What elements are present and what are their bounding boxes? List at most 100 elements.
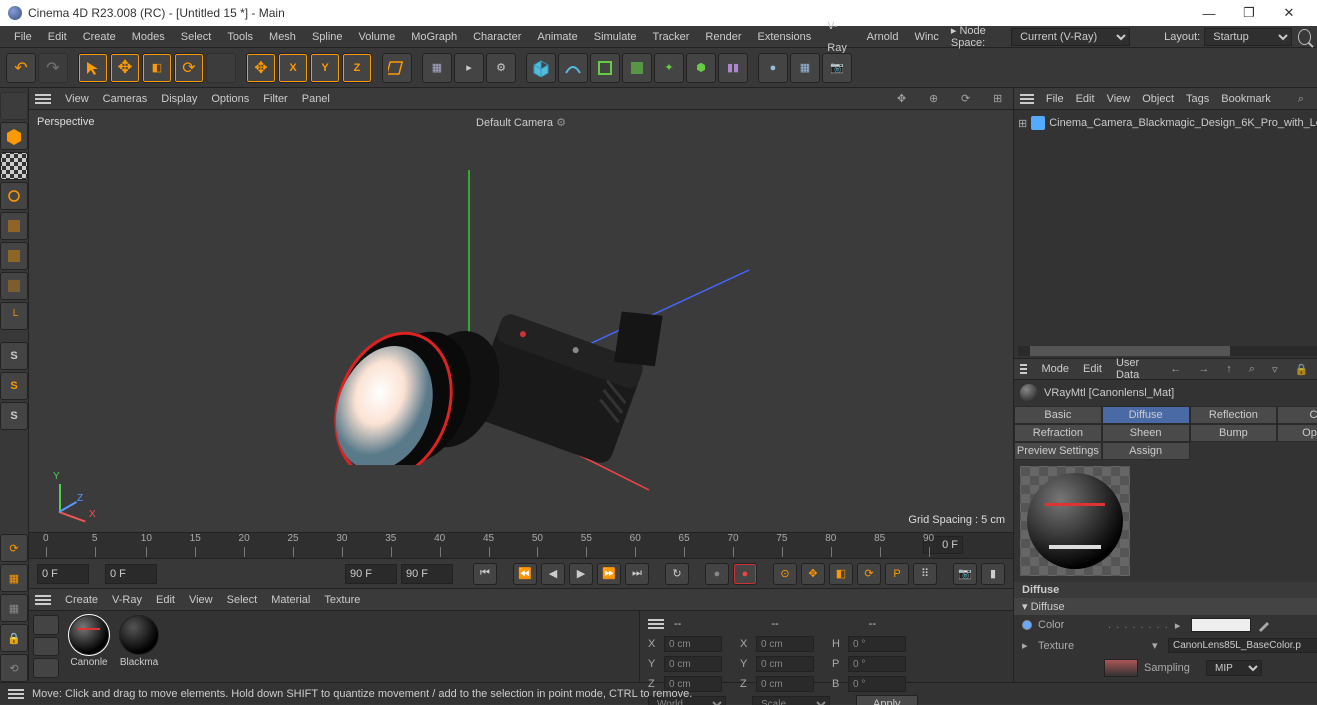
axis-mode[interactable]: └ [0,302,28,330]
mat-filter-3[interactable] [33,658,59,678]
lock-2[interactable]: ⟲ [0,654,28,682]
coord-B-rot[interactable] [848,676,906,692]
viewport[interactable]: Perspective Default Camera ⚙ Grid Spacin… [29,110,1013,532]
camera-tool[interactable]: ▦ [790,53,820,83]
close-button[interactable]: ✕ [1269,0,1309,26]
key-rot[interactable]: ⟳ [857,563,881,585]
obj-search-icon[interactable]: ⌕ [1298,93,1308,105]
color-radio[interactable] [1022,620,1032,630]
coord-X-pos[interactable] [664,636,722,652]
menu-vray[interactable]: V-Ray [819,15,858,59]
coord-system[interactable] [382,53,412,83]
eyedropper-icon[interactable] [1257,618,1271,632]
record-button[interactable]: ● [733,563,757,585]
color-swatch[interactable] [1191,618,1251,632]
spline-primitive[interactable] [558,53,588,83]
tab-preview[interactable]: Preview Settings [1014,442,1102,460]
polygon-mode[interactable] [0,272,28,300]
render-region[interactable]: ⚙ [486,53,516,83]
grid-1[interactable]: ▦ [0,564,28,592]
live-select[interactable] [0,92,28,120]
menu-character[interactable]: Character [465,26,529,48]
menu-extensions[interactable]: Extensions [749,26,819,48]
attr-lock-icon[interactable]: 🔒 [1295,363,1307,375]
obj-tags[interactable]: Tags [1186,93,1209,105]
autokey[interactable]: ⊙ [773,563,797,585]
tab-assign[interactable]: Assign [1102,442,1190,460]
vp-rotate-icon[interactable]: ⟳ [961,92,975,106]
cube-primitive[interactable] [526,53,556,83]
search-icon[interactable] [1298,29,1311,45]
move-tool[interactable]: ✥ [110,53,140,83]
vp-filter[interactable]: Filter [263,93,287,105]
snap-s2[interactable]: S [0,372,28,400]
status-hamburger-icon[interactable] [8,689,24,699]
object-hamburger-icon[interactable] [1020,94,1034,104]
vp-cameras[interactable]: Cameras [103,93,148,105]
attr-edit[interactable]: Edit [1083,363,1102,375]
z-axis[interactable]: Z [342,53,372,83]
objtree-scrollbar[interactable] [1018,346,1317,356]
node-space-select[interactable]: Current (V-Ray) [1011,28,1130,46]
prev-frame[interactable]: ◀ [541,563,565,585]
generator[interactable] [590,53,620,83]
volume-tool[interactable]: ▮▮ [718,53,748,83]
menu-mograph[interactable]: MoGraph [403,26,465,48]
attr-mode[interactable]: Mode [1041,363,1069,375]
vp-view[interactable]: View [65,93,89,105]
mat-texture[interactable]: Texture [324,594,360,606]
vp-zoom-icon[interactable]: ⊕ [929,92,943,106]
key-scale[interactable]: ◧ [829,563,853,585]
mat-material[interactable]: Material [271,594,310,606]
material-thumb-0[interactable]: Canonle [67,615,111,678]
menu-render[interactable]: Render [697,26,749,48]
menu-modes[interactable]: Modes [124,26,173,48]
next-frame[interactable]: ⏩ [597,563,621,585]
menu-window[interactable]: Winc [906,26,946,48]
attr-search-icon[interactable]: ⌕ [1249,363,1255,375]
minimize-button[interactable]: — [1189,0,1229,26]
attr-back-icon[interactable]: ← [1170,363,1181,375]
undo-button[interactable]: ↶ [6,53,36,83]
range-start[interactable] [105,564,157,584]
texture-expand[interactable]: ▸ [1022,639,1032,652]
object-tree[interactable]: ⊞ Cinema_Camera_Blackmagic_Design_6K_Pro… [1014,110,1317,358]
render-view[interactable]: ▸ [454,53,484,83]
scale-tool[interactable]: ◧ [142,53,172,83]
vp-display[interactable]: Display [161,93,197,105]
redo-button[interactable]: ↷ [38,53,68,83]
snap-s1[interactable]: S [0,342,28,370]
grid-2[interactable]: ▦ [0,594,28,622]
expand-icon[interactable]: ⊞ [1018,117,1027,130]
object-root-item[interactable]: ⊞ Cinema_Camera_Blackmagic_Design_6K_Pro… [1018,114,1317,132]
snap-s3[interactable]: S [0,402,28,430]
obj-file[interactable]: File [1046,93,1064,105]
timeline[interactable]: 051015202530354045505560657075808590 [29,532,1013,558]
menu-edit[interactable]: Edit [40,26,75,48]
vp-layout-icon[interactable]: ⊞ [993,92,1007,106]
material-thumb-1[interactable]: Blackma [117,615,161,678]
tab-reflection[interactable]: Reflection [1190,406,1278,424]
menu-simulate[interactable]: Simulate [586,26,645,48]
play-button[interactable]: ▶ [569,563,593,585]
layout-select[interactable]: Startup [1204,28,1292,46]
obj-view[interactable]: View [1107,93,1131,105]
menu-animate[interactable]: Animate [529,26,585,48]
tab-refraction[interactable]: Refraction [1014,424,1102,442]
attr-hamburger-icon[interactable] [1020,364,1027,374]
lock-1[interactable]: 🔒 [0,624,28,652]
material-hamburger-icon[interactable] [35,595,51,605]
attr-up-icon[interactable]: ↑ [1226,363,1232,375]
mat-select[interactable]: Select [227,594,258,606]
apply-button[interactable]: Apply [856,695,918,705]
goto-end[interactable]: ⏭ [625,563,649,585]
vp-options[interactable]: Options [211,93,249,105]
sound-button[interactable]: ▮ [981,563,1005,585]
vp-nav-icon[interactable]: ✥ [897,92,911,106]
render-settings[interactable]: ▦ [422,53,452,83]
point-mode[interactable] [0,212,28,240]
coord-Z-size[interactable] [756,676,814,692]
key-pos[interactable]: ✥ [801,563,825,585]
vp-panel[interactable]: Panel [302,93,330,105]
scene-tool[interactable]: 📷 [822,53,852,83]
